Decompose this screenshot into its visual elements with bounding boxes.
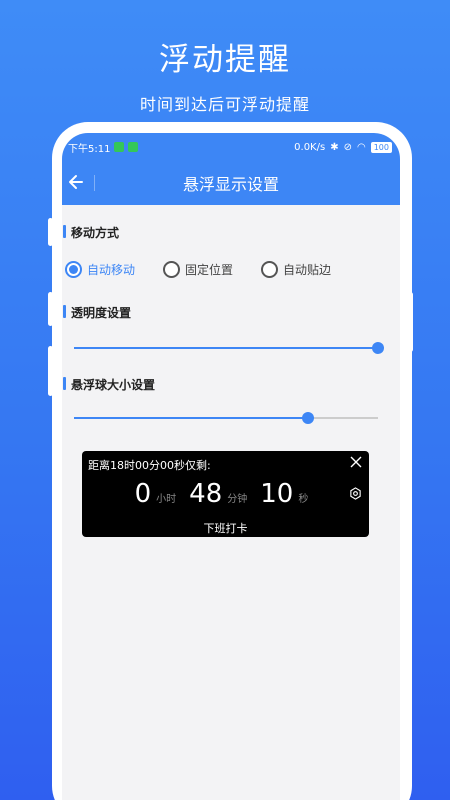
- promo-title: 浮动提醒: [159, 42, 291, 78]
- section-title-opacity: 透明度设置: [62, 304, 131, 321]
- slider-fill: [74, 417, 309, 419]
- ball-size-slider[interactable]: [74, 411, 378, 425]
- settings-icon[interactable]: [349, 487, 362, 500]
- status-time: 下午5:11: [68, 143, 111, 155]
- section-title-move-mode: 移动方式: [62, 224, 119, 241]
- radio-label: 自动移动: [87, 263, 136, 277]
- radio-indicator: [163, 261, 181, 278]
- countdown: 0 小时 48 分钟 10 秒: [82, 479, 369, 509]
- slider-thumb[interactable]: [372, 342, 384, 354]
- page-title: 悬浮显示设置: [182, 175, 279, 194]
- radio-label: 固定位置: [185, 263, 234, 277]
- opacity-slider[interactable]: [74, 341, 384, 355]
- radio-fixed-position[interactable]: 固定位置: [163, 261, 233, 278]
- seconds-unit: 秒: [298, 494, 309, 505]
- move-mode-radio-group: 自动移动 固定位置 自动贴边: [65, 261, 395, 278]
- section-title-ball-size: 悬浮球大小设置: [62, 376, 155, 393]
- arrow-left-icon[interactable]: [66, 170, 86, 194]
- app-bar: 悬浮显示设置: [62, 161, 400, 205]
- radio-auto-edge[interactable]: 自动贴边: [261, 261, 331, 278]
- promo-subtitle: 时间到达后可浮动提醒: [139, 95, 310, 114]
- deadline-text: 距离18时00分00秒仅剩:: [88, 459, 211, 472]
- countdown-hours: 0: [134, 479, 152, 509]
- bluetooth-icon: ✱: [330, 141, 339, 153]
- slider-thumb[interactable]: [302, 412, 315, 424]
- status-bar: 下午5:11 0.0K/s ✱ ⊘ ◠ 100: [62, 133, 400, 161]
- notification-icon: [114, 142, 125, 152]
- notification-icon: [128, 142, 139, 152]
- minutes-unit: 分钟: [227, 494, 248, 505]
- countdown-seconds: 10: [260, 479, 294, 509]
- radio-indicator: [65, 261, 82, 278]
- phone-side-button: [48, 218, 53, 246]
- phone-side-button: [48, 346, 53, 396]
- network-speed: 0.0K/s: [294, 141, 326, 153]
- close-icon[interactable]: [350, 456, 362, 468]
- hours-unit: 小时: [156, 494, 177, 505]
- reminder-label: 下班打卡: [203, 522, 248, 535]
- slider-fill: [74, 347, 378, 349]
- radio-label: 自动贴边: [283, 263, 332, 277]
- phone-screen: 下午5:11 0.0K/s ✱ ⊘ ◠ 100 悬浮显示设置 移动方式 自动移动…: [62, 133, 400, 800]
- phone-side-button: [48, 292, 53, 326]
- radio-indicator: [261, 261, 279, 278]
- mute-icon: ⊘: [343, 141, 352, 153]
- countdown-minutes: 48: [189, 479, 223, 509]
- phone-side-button: [408, 292, 413, 352]
- divider: [94, 175, 95, 191]
- floating-reminder-card[interactable]: 距离18时00分00秒仅剩: 0 小时 48 分钟 10 秒 下班打卡: [82, 451, 369, 537]
- battery-icon: 100: [370, 141, 392, 153]
- radio-auto-move[interactable]: 自动移动: [65, 261, 135, 278]
- wifi-icon: ◠: [356, 141, 366, 153]
